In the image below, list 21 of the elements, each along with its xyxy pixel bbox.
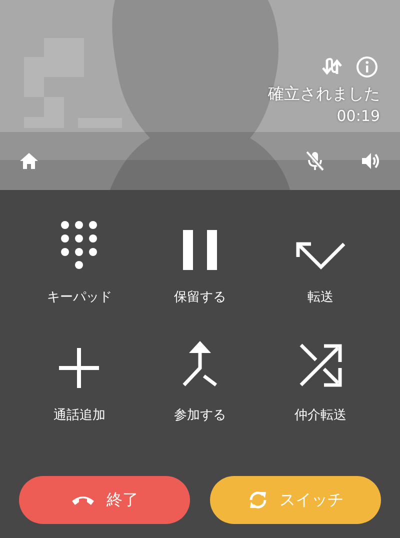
- action-button[interactable]: キーパッド: [19, 218, 140, 306]
- call-status: 確立されました: [268, 84, 380, 104]
- refresh-icon: [248, 490, 268, 510]
- keypad-icon: [59, 220, 100, 270]
- info-icon[interactable]: [356, 56, 378, 78]
- call-timer: 00:19: [336, 106, 380, 126]
- action-button[interactable]: 保留する: [140, 218, 260, 306]
- speaker-icon[interactable]: [361, 151, 381, 171]
- action-button[interactable]: 転送: [260, 218, 381, 306]
- action-button[interactable]: 仲介転送: [260, 336, 381, 424]
- pause-icon: [182, 230, 218, 270]
- merge-arrow-icon: [182, 340, 218, 388]
- home-icon[interactable]: [19, 152, 39, 170]
- transfer-arrow-icon: [296, 242, 346, 270]
- hang-up-icon: [70, 494, 94, 506]
- mic-off-icon[interactable]: [305, 150, 325, 172]
- swap-arrows-icon[interactable]: [322, 58, 342, 76]
- action-button[interactable]: 参加する: [140, 336, 260, 424]
- shuffle-icon: [298, 342, 344, 388]
- plus-icon: [59, 348, 100, 388]
- action-button[interactable]: 通話追加: [19, 336, 140, 424]
